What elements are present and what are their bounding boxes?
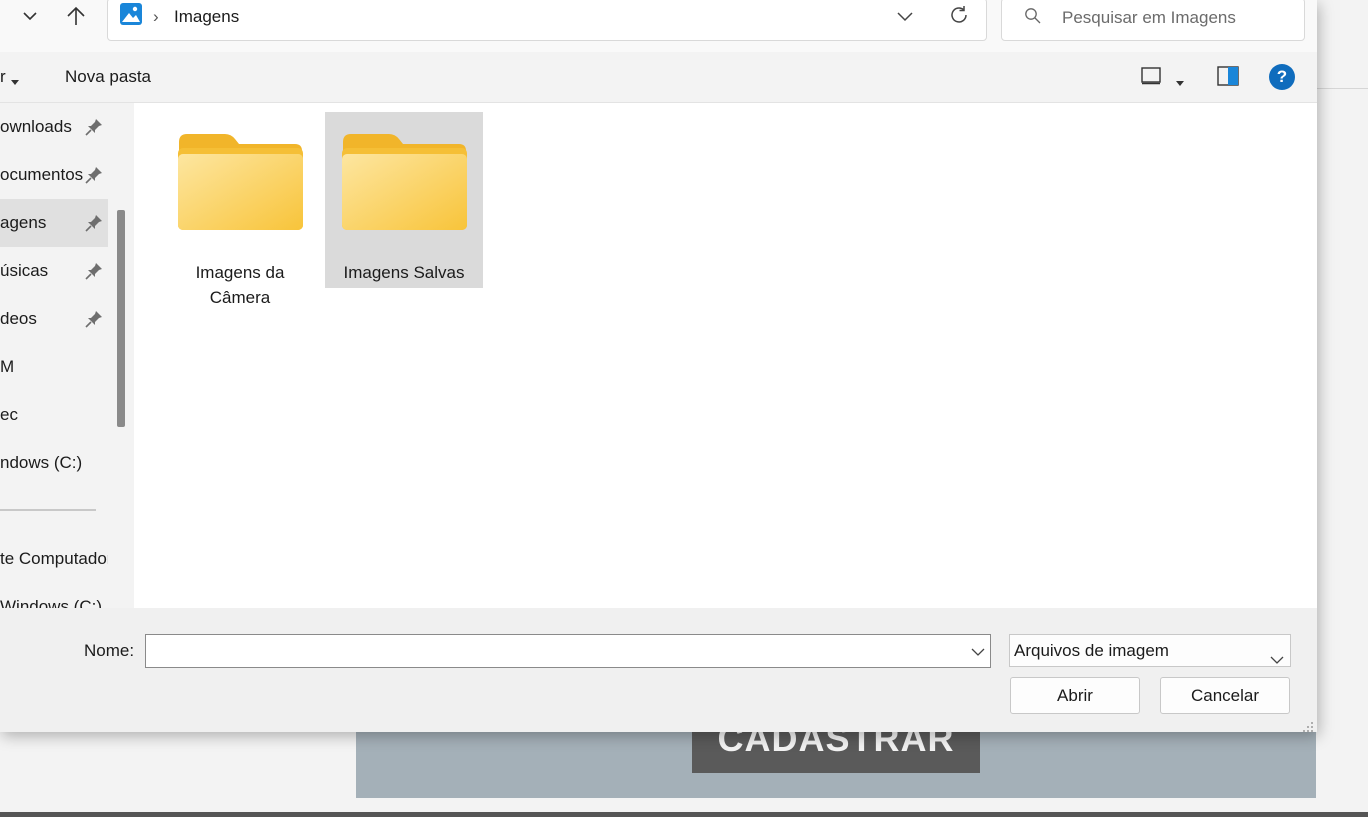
file-type-value: Arquivos de imagem (1014, 641, 1169, 660)
breadcrumb-separator[interactable]: › (153, 0, 159, 34)
search-input[interactable]: Pesquisar em Imagens (1062, 0, 1236, 37)
new-folder-button[interactable]: Nova pasta (65, 52, 151, 102)
dialog-bottom-panel: Nome: Arquivos de imagem Abrir Cancelar (0, 608, 1317, 732)
folder-label-line: Imagens Salvas (343, 263, 465, 282)
nav-item-label: ec (0, 405, 18, 424)
folder-icon (342, 134, 467, 230)
nav-item-this-pc[interactable]: te Computador (0, 535, 108, 583)
nav-item-label: ndows (C:) (0, 453, 83, 472)
nav-item-label: Windows (C:) (0, 597, 103, 608)
address-dropdown-chevron-icon[interactable] (896, 8, 914, 29)
file-name-label: Nome: (84, 641, 135, 660)
nav-item-label: ocumentos (0, 165, 84, 184)
nav-item-videos[interactable]: deos (0, 295, 108, 343)
nav-item-documents[interactable]: ocumentos (0, 151, 108, 199)
background-divider (1316, 88, 1368, 89)
view-mode-caret-icon[interactable] (1176, 74, 1184, 92)
nav-item-label: deos (0, 309, 37, 328)
nav-item-label: agens (0, 213, 47, 232)
organize-caret-icon[interactable] (11, 73, 19, 91)
nav-scrollbar-thumb[interactable] (117, 210, 125, 427)
breadcrumb-location[interactable]: Imagens (174, 0, 239, 40)
file-list: Imagens da Câmera Imagens Salvas (134, 103, 1317, 608)
nav-item-downloads[interactable]: ownloads (0, 103, 108, 151)
dialog-topbar: › Imagens Pesquisar em Imagens (0, 0, 1317, 52)
folder-item[interactable]: Imagens da Câmera (161, 112, 319, 307)
pin-icon (84, 117, 104, 137)
preview-pane-icon[interactable] (1217, 66, 1239, 91)
refresh-icon[interactable] (948, 4, 970, 31)
pin-icon (84, 261, 104, 281)
nav-item-music[interactable]: úsicas (0, 247, 108, 295)
pin-icon (84, 213, 104, 233)
taskbar-edge (0, 812, 1368, 817)
nav-item-label: úsicas (0, 261, 49, 280)
folder-label-line: Imagens da (195, 263, 285, 282)
nav-item-pictures[interactable]: agens (0, 199, 108, 247)
nav-item-windows-drive[interactable]: ndows (C:) (0, 439, 108, 487)
file-name-dropdown-chevron-icon[interactable] (971, 645, 985, 663)
address-bar[interactable]: › Imagens (107, 0, 987, 41)
folder-label-line: Câmera (209, 288, 271, 307)
search-box[interactable]: Pesquisar em Imagens (1001, 0, 1305, 41)
file-type-chevron-icon (1270, 645, 1284, 676)
nav-divider (0, 509, 96, 511)
help-icon[interactable]: ? (1269, 64, 1295, 90)
cancel-button[interactable]: Cancelar (1160, 677, 1290, 714)
folder-item-selected[interactable]: Imagens Salvas (325, 112, 483, 288)
nav-item-label: te Computador (0, 549, 108, 568)
folder-label: Imagens Salvas (325, 260, 483, 285)
up-arrow-icon[interactable] (62, 2, 90, 30)
nav-item-windows-drive-pc[interactable]: Windows (C:) (0, 583, 108, 608)
file-type-select[interactable]: Arquivos de imagem (1009, 634, 1291, 667)
dialog-toolbar: r Nova pasta ? (0, 52, 1317, 103)
folder-label: Imagens da Câmera (161, 260, 319, 310)
file-name-input[interactable] (145, 634, 991, 668)
nav-item-m[interactable]: M (0, 343, 108, 391)
pin-icon (84, 309, 104, 329)
folder-icon (178, 134, 303, 230)
pictures-folder-icon (120, 3, 142, 30)
view-mode-icon[interactable] (1141, 67, 1161, 90)
navigation-pane: ownloads ocumentos agens úsicas deos M e… (0, 103, 108, 608)
recent-locations-chevron-icon[interactable] (16, 2, 44, 30)
nav-item-ec[interactable]: ec (0, 391, 108, 439)
nav-item-label: M (0, 357, 15, 376)
open-button[interactable]: Abrir (1010, 677, 1140, 714)
file-open-dialog: › Imagens Pesquisar em Imagens r Nova pa (0, 0, 1317, 732)
search-icon (1024, 7, 1042, 30)
nav-item-label: ownloads (0, 117, 72, 136)
resize-grip-icon[interactable] (1302, 720, 1314, 732)
organize-menu[interactable]: r (0, 52, 6, 102)
pin-icon (84, 165, 104, 185)
